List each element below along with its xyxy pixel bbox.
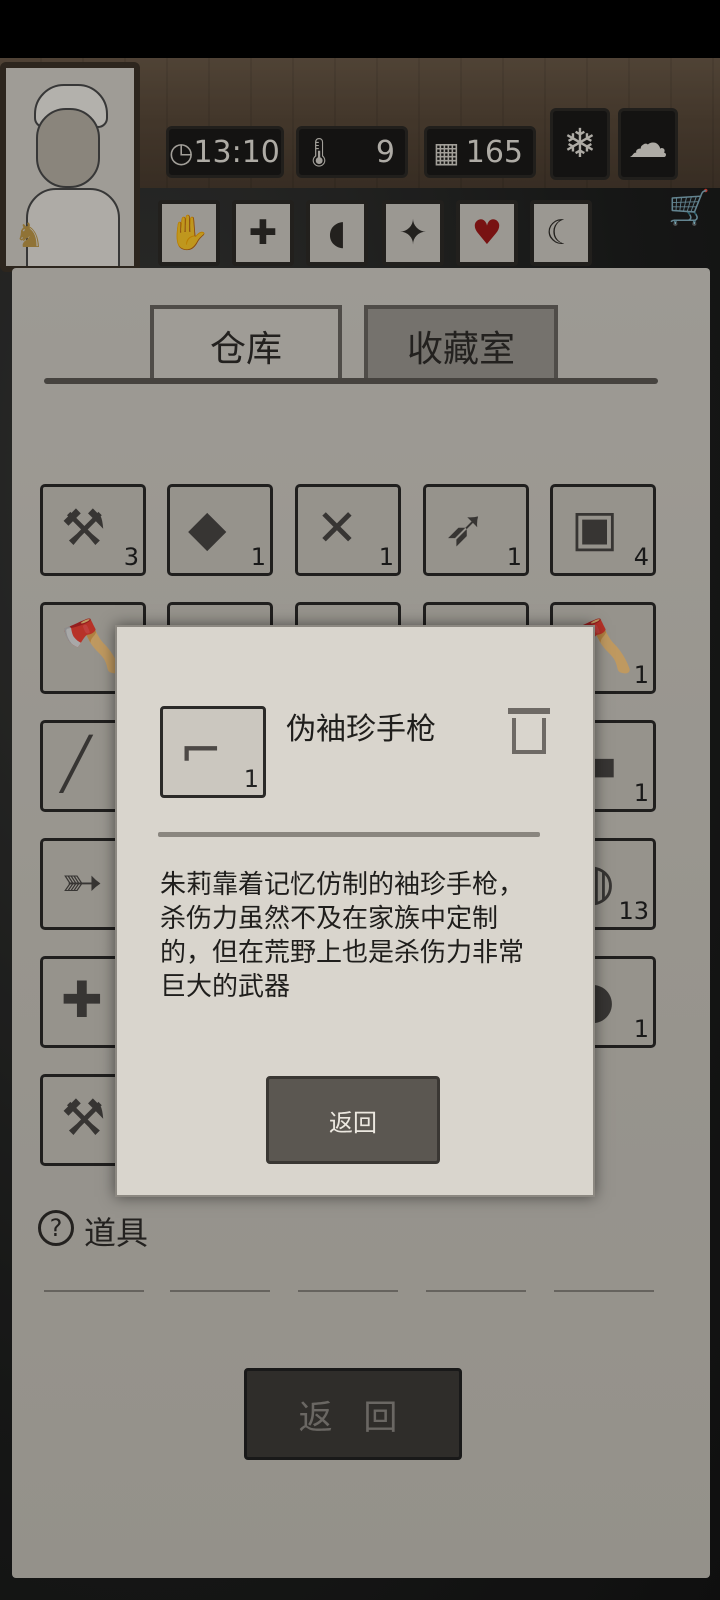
trash-lid bbox=[508, 708, 550, 714]
dialog-back-button[interactable]: 返回 bbox=[266, 1076, 440, 1164]
dialog-item-title: 伪袖珍手枪 bbox=[286, 712, 436, 747]
dialog-item-slot: ⌐ 1 bbox=[160, 706, 266, 798]
trash-can bbox=[512, 718, 546, 754]
dialog-item-description: 朱莉靠着记忆仿制的袖珍手枪，杀伤力虽然不及在家族中定制的，但在荒野上也是杀伤力非… bbox=[160, 870, 525, 1002]
revolver-icon: ⌐ bbox=[179, 721, 223, 781]
dialog-item-count: 1 bbox=[243, 765, 259, 793]
dialog-divider bbox=[158, 832, 540, 837]
trash-icon[interactable] bbox=[508, 708, 550, 754]
